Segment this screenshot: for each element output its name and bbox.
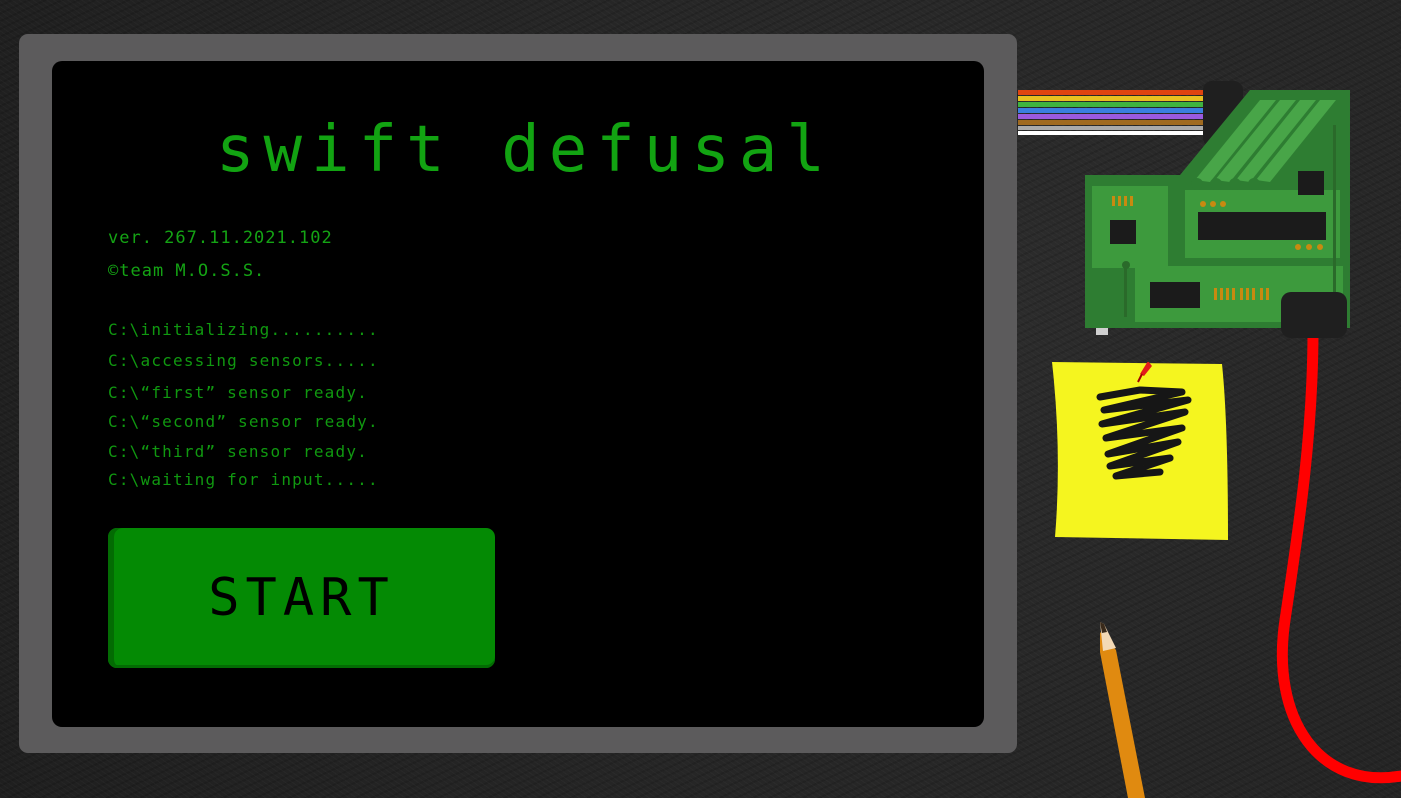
console-line: C:\“third” sensor ready. (108, 442, 368, 461)
console-line: C:\initializing.......... (108, 320, 379, 339)
console-line: C:\“first” sensor ready. (108, 383, 368, 402)
ribbon-cable-icon (1018, 81, 1243, 147)
sticky-note-icon (1052, 362, 1228, 540)
red-cable-icon (1276, 292, 1401, 784)
circuit-board-icon (1085, 90, 1350, 335)
credits-text: ©team M.O.S.S. (108, 261, 266, 281)
game-title: swift defusal (216, 113, 834, 187)
console-line: C:\“second” sensor ready. (108, 412, 379, 431)
version-text: ver. 267.11.2021.102 (108, 228, 333, 248)
pencil-icon (1100, 622, 1145, 798)
console-line: C:\accessing sensors..... (108, 351, 379, 370)
start-button[interactable]: START (108, 528, 495, 668)
console-line: C:\waiting for input..... (108, 470, 379, 489)
